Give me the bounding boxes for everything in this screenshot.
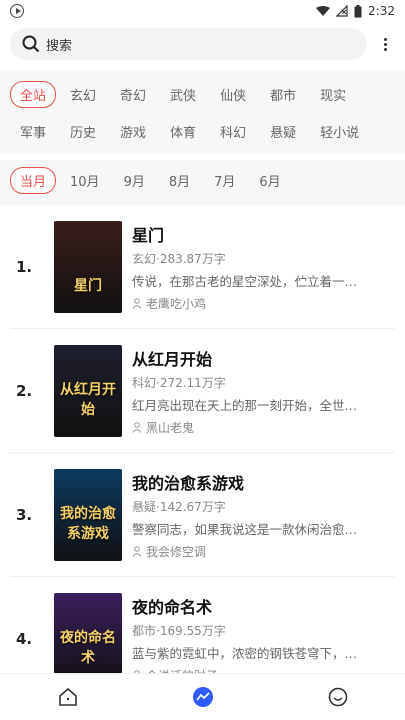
- book-author: 老鹰吃小鸡: [132, 295, 395, 312]
- wifi-icon: [316, 5, 331, 16]
- book-cover[interactable]: 夜的命名术: [54, 592, 122, 685]
- author-name: 老鹰吃小鸡: [146, 296, 207, 311]
- search-input[interactable]: 搜索: [10, 28, 367, 60]
- book-description: 传说，在那古老的星空深处，伫立着一…: [132, 273, 358, 289]
- month-chip[interactable]: 7月: [204, 167, 245, 194]
- rank-number: 1.: [16, 257, 33, 276]
- cover-title: 我的治愈系游戏: [60, 505, 116, 542]
- category-filters: 全站 玄幻 奇幻 武侠 仙侠 都市 现实军事 历史 游戏 体育 科幻 悬疑 轻小说: [0, 70, 405, 154]
- book-description: 警察同志，如果我说这是一款休闲治愈…: [132, 521, 358, 537]
- more-options-icon[interactable]: [375, 37, 395, 51]
- signal-off-icon: [336, 5, 348, 17]
- cover-title: 夜的命名术: [60, 629, 116, 666]
- category-chip[interactable]: 体育: [160, 118, 206, 145]
- rank-number: 4.: [16, 629, 33, 648]
- category-chip[interactable]: 奇幻: [110, 81, 156, 108]
- book-info: 我的治愈系游戏 悬疑·142.67万字 警察同志，如果我说这是一款休闲治愈… 我…: [132, 470, 395, 560]
- rank-number: 2.: [16, 381, 33, 400]
- category-chip[interactable]: 武侠: [160, 81, 206, 108]
- status-bar: 2:32: [0, 0, 405, 22]
- cover-title: 星门: [74, 277, 102, 294]
- book-cover[interactable]: 从红月开始: [54, 344, 122, 437]
- category-chip[interactable]: 悬疑: [260, 118, 306, 145]
- book-author: 我会修空调: [132, 543, 395, 560]
- search-row: 搜索: [0, 22, 405, 66]
- book-title[interactable]: 我的治愈系游戏: [132, 470, 395, 494]
- category-chip[interactable]: 现实: [310, 81, 356, 108]
- battery-icon: [354, 4, 362, 17]
- book-title[interactable]: 从红月开始: [132, 346, 395, 370]
- month-chip[interactable]: 8月: [159, 167, 200, 194]
- book-author: 黑山老鬼: [132, 419, 395, 436]
- book-cover[interactable]: 我的治愈系游戏: [54, 468, 122, 561]
- book-item[interactable]: 1. 星门 星门 玄幻·283.87万字 传说，在那古老的星空深处，伫立着一… …: [10, 205, 395, 329]
- bottom-nav: [0, 673, 405, 720]
- book-meta: 科幻·272.11万字: [132, 375, 226, 390]
- category-chip[interactable]: 科幻: [210, 118, 256, 145]
- month-chip[interactable]: 当月: [10, 167, 57, 194]
- category-chip[interactable]: 全站: [10, 81, 57, 108]
- book-list: 1. 星门 星门 玄幻·283.87万字 传说，在那古老的星空深处，伫立着一… …: [0, 205, 405, 701]
- book-info: 夜的命名术 都市·169.55万字 蓝与紫的霓虹中，浓密的钢铁苍穹下，… 会说话…: [132, 594, 395, 684]
- book-cover[interactable]: 星门: [54, 220, 122, 313]
- nav-home-button[interactable]: [57, 686, 79, 708]
- category-chip[interactable]: 玄幻: [60, 81, 106, 108]
- book-info: 从红月开始 科幻·272.11万字 红月亮出现在天上的那一刻开始，全世… 黑山老…: [132, 346, 395, 436]
- month-chip[interactable]: 6月: [249, 167, 290, 194]
- book-description: 红月亮出现在天上的那一刻开始，全世…: [132, 397, 358, 413]
- category-chip[interactable]: 仙侠: [210, 81, 256, 108]
- book-meta: 玄幻·283.87万字: [132, 251, 226, 266]
- book-title[interactable]: 星门: [132, 222, 395, 246]
- person-icon: [132, 297, 142, 309]
- book-description: 蓝与紫的霓虹中，浓密的钢铁苍穹下，…: [132, 645, 358, 661]
- month-chip[interactable]: 9月: [114, 167, 155, 194]
- cover-title: 从红月开始: [60, 381, 116, 418]
- smile-icon: [328, 687, 347, 707]
- home-icon: [58, 687, 77, 706]
- category-chip[interactable]: 轻小说: [310, 118, 369, 145]
- book-item[interactable]: 3. 我的治愈系游戏 我的治愈系游戏 悬疑·142.67万字 警察同志，如果我说…: [10, 453, 395, 577]
- author-name: 黑山老鬼: [146, 420, 195, 435]
- person-icon: [132, 421, 142, 433]
- book-title[interactable]: 夜的命名术: [132, 594, 395, 618]
- play-icon: [10, 4, 24, 18]
- month-filters: 当月 10月 9月 8月 7月 6月: [0, 160, 405, 205]
- status-right: 2:32: [316, 4, 395, 18]
- book-meta: 都市·169.55万字: [132, 623, 226, 638]
- category-chip[interactable]: 历史: [60, 118, 106, 145]
- author-name: 我会修空调: [146, 544, 207, 559]
- book-item[interactable]: 2. 从红月开始 从红月开始 科幻·272.11万字 红月亮出现在天上的那一刻开…: [10, 329, 395, 453]
- search-placeholder: 搜索: [46, 38, 73, 54]
- category-chip[interactable]: 都市: [260, 81, 306, 108]
- rank-number: 3.: [16, 505, 33, 524]
- book-meta: 悬疑·142.67万字: [132, 499, 226, 514]
- nav-rank-button[interactable]: [192, 686, 214, 708]
- clock: 2:32: [368, 4, 395, 18]
- category-chip[interactable]: 游戏: [110, 118, 156, 145]
- book-info: 星门 玄幻·283.87万字 传说，在那古老的星空深处，伫立着一… 老鹰吃小鸡: [132, 222, 395, 312]
- month-chip[interactable]: 10月: [60, 167, 110, 194]
- search-icon: [22, 35, 40, 53]
- nav-profile-button[interactable]: [327, 686, 349, 708]
- person-icon: [132, 545, 142, 557]
- category-chip[interactable]: 军事: [10, 118, 56, 145]
- trend-icon: [192, 687, 213, 707]
